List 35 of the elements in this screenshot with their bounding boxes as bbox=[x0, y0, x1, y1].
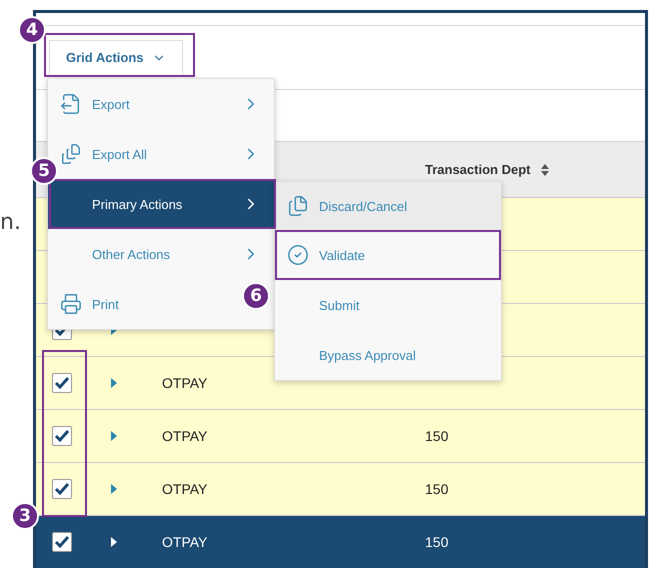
expand-icon[interactable] bbox=[110, 483, 118, 495]
sort-icon bbox=[540, 162, 550, 176]
expand-icon[interactable] bbox=[110, 536, 118, 548]
documents-icon bbox=[287, 195, 309, 217]
menu-item[interactable]: Other Actions bbox=[48, 229, 274, 279]
table-row[interactable]: OTPAY 150 bbox=[36, 463, 645, 516]
step-badge: 3 bbox=[11, 502, 39, 530]
table-cell-text: 150 bbox=[425, 481, 450, 497]
table-cell-text: 150 bbox=[425, 534, 450, 550]
check-circle-icon bbox=[287, 244, 309, 266]
expand-icon[interactable] bbox=[110, 377, 118, 389]
submenu-item[interactable]: Submit bbox=[275, 280, 501, 330]
printer-icon bbox=[60, 293, 82, 315]
selected-row[interactable]: OTPAY 150 bbox=[36, 516, 645, 568]
submenu-item[interactable]: Validate bbox=[275, 230, 501, 280]
expand-icon[interactable] bbox=[110, 430, 118, 442]
submenu-item[interactable]: Discard/Cancel bbox=[275, 182, 501, 230]
checkbox[interactable] bbox=[52, 532, 72, 552]
cut-off-text: n. bbox=[0, 210, 21, 235]
checkbox[interactable] bbox=[52, 426, 72, 446]
submenu-item[interactable]: Bypass Approval bbox=[275, 330, 501, 380]
checkbox[interactable] bbox=[52, 479, 72, 499]
table-cell-text: 150 bbox=[425, 428, 450, 444]
checkbox[interactable] bbox=[52, 373, 72, 393]
menu-item[interactable]: Export bbox=[48, 79, 274, 129]
table-cell-text: OTPAY bbox=[161, 375, 208, 391]
grid-actions-button[interactable]: Grid Actions bbox=[49, 40, 183, 76]
column-header[interactable]: Transaction Dept bbox=[425, 162, 645, 177]
table-row[interactable]: OTPAY 150 bbox=[36, 410, 645, 463]
table-cell-text: OTPAY bbox=[161, 534, 208, 550]
step-badge: 4 bbox=[18, 16, 46, 44]
menu-item[interactable]: Print bbox=[48, 279, 133, 329]
menu-item[interactable]: Primary Actions bbox=[48, 179, 274, 229]
table-cell-text: OTPAY bbox=[161, 428, 208, 444]
table-cell-text: OTPAY bbox=[161, 481, 208, 497]
